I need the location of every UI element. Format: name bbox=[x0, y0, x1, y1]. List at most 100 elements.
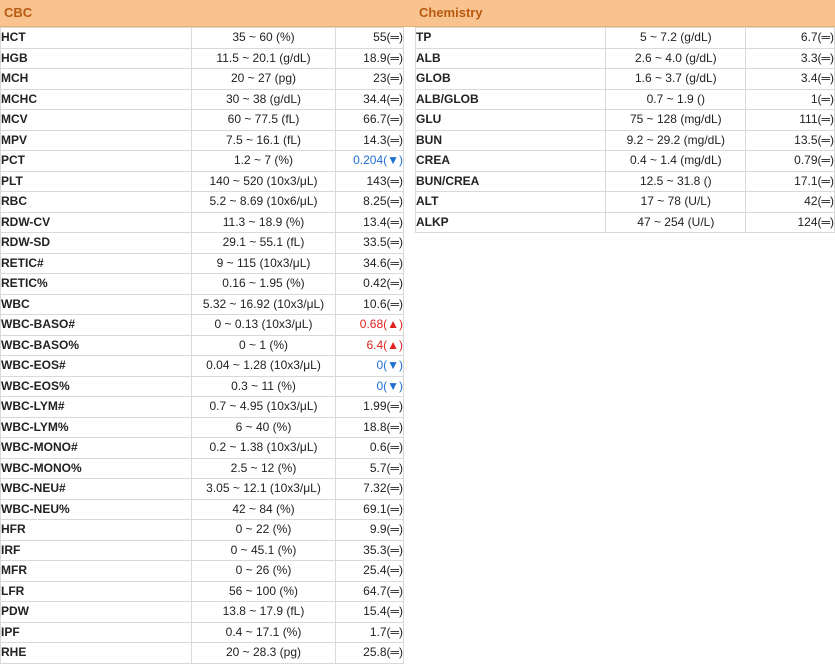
result-normal: 124(═) bbox=[797, 214, 834, 229]
reference-range: 29.1 ~ 55.1 (fL) bbox=[191, 232, 336, 254]
result-normal: 42(═) bbox=[804, 194, 834, 209]
test-name: PDW bbox=[0, 601, 192, 623]
table-row: BUN 9.2 ~ 29.2 (mg/dL) 13.5(═) bbox=[414, 129, 835, 151]
reference-range: 5.2 ~ 8.69 (10x6/μL) bbox=[191, 191, 336, 213]
test-value: 9.9(═) bbox=[335, 519, 404, 541]
test-name: PLT bbox=[0, 170, 192, 192]
test-name: RBC bbox=[0, 191, 192, 213]
result-normal: 18.8(═) bbox=[363, 419, 403, 434]
test-name: RDW-SD bbox=[0, 232, 192, 254]
result-normal: 1.99(═) bbox=[363, 399, 403, 414]
test-name: IRF bbox=[0, 539, 192, 561]
reference-range: 2.5 ~ 12 (%) bbox=[191, 457, 336, 479]
result-normal: 3.4(═) bbox=[800, 71, 834, 86]
test-name: HCT bbox=[0, 27, 192, 49]
reference-range: 30 ~ 38 (g/dL) bbox=[191, 88, 336, 110]
test-name: BUN bbox=[414, 129, 607, 151]
result-normal: 66.7(═) bbox=[363, 112, 403, 127]
result-normal: 5.7(═) bbox=[369, 460, 403, 475]
table-row: WBC-MONO# 0.2 ~ 1.38 (10x3/μL) 0.6(═) bbox=[0, 437, 404, 459]
table-row: MCH 20 ~ 27 (pg) 23(═) bbox=[0, 68, 404, 90]
reference-range: 0.3 ~ 11 (%) bbox=[191, 375, 336, 397]
result-normal: 33.5(═) bbox=[363, 235, 403, 250]
table-row: MFR 0 ~ 26 (%) 25.4(═) bbox=[0, 560, 404, 582]
result-normal: 8.25(═) bbox=[363, 194, 403, 209]
reference-range: 56 ~ 100 (%) bbox=[191, 580, 336, 602]
test-value: 3.4(═) bbox=[745, 68, 835, 90]
test-value: 0.79(═) bbox=[745, 150, 835, 172]
reference-range: 20 ~ 27 (pg) bbox=[191, 68, 336, 90]
cbc-table: HCT 35 ~ 60 (%) 55(═) HGB 11.5 ~ 20.1 (g/dL)… bbox=[0, 27, 404, 664]
table-row: WBC 5.32 ~ 16.92 (10x3/μL) 10.6(═) bbox=[0, 293, 404, 315]
test-value: 18.8(═) bbox=[335, 416, 404, 438]
cbc-section-title: CBC bbox=[4, 5, 33, 20]
result-normal: 13.4(═) bbox=[363, 214, 403, 229]
test-name: RETIC# bbox=[0, 252, 192, 274]
result-normal: 0.79(═) bbox=[794, 153, 834, 168]
result-normal: 1.7(═) bbox=[369, 624, 403, 639]
test-name: ALKP bbox=[414, 211, 607, 233]
reference-range: 9 ~ 115 (10x3/μL) bbox=[191, 252, 336, 274]
test-name: WBC-NEU% bbox=[0, 498, 192, 520]
table-row: RDW-SD 29.1 ~ 55.1 (fL) 33.5(═) bbox=[0, 232, 404, 254]
reference-range: 0.4 ~ 1.4 (mg/dL) bbox=[605, 150, 747, 172]
test-value: 3.3(═) bbox=[745, 47, 835, 69]
table-row: ALT 17 ~ 78 (U/L) 42(═) bbox=[414, 191, 835, 213]
test-name: PCT bbox=[0, 150, 192, 172]
test-name: TP bbox=[414, 27, 607, 49]
result-normal: 69.1(═) bbox=[363, 501, 403, 516]
reference-range: 9.2 ~ 29.2 (mg/dL) bbox=[605, 129, 747, 151]
test-value: 66.7(═) bbox=[335, 109, 404, 131]
result-low: 0(▼) bbox=[376, 358, 403, 373]
result-normal: 13.5(═) bbox=[794, 132, 834, 147]
test-value: 33.5(═) bbox=[335, 232, 404, 254]
table-row: WBC-EOS% 0.3 ~ 11 (%) 0(▼) bbox=[0, 375, 404, 397]
test-value: 25.8(═) bbox=[335, 642, 404, 664]
table-row: WBC-LYM# 0.7 ~ 4.95 (10x3/μL) 1.99(═) bbox=[0, 396, 404, 418]
result-normal: 1(═) bbox=[810, 91, 834, 106]
test-value: 0(▼) bbox=[335, 375, 404, 397]
reference-range: 13.8 ~ 17.9 (fL) bbox=[191, 601, 336, 623]
result-normal: 64.7(═) bbox=[363, 583, 403, 598]
test-name: IPF bbox=[0, 621, 192, 643]
test-name: WBC-NEU# bbox=[0, 478, 192, 500]
reference-range: 11.5 ~ 20.1 (g/dL) bbox=[191, 47, 336, 69]
table-row: WBC-BASO# 0 ~ 0.13 (10x3/μL) 0.68(▲) bbox=[0, 314, 404, 336]
test-value: 23(═) bbox=[335, 68, 404, 90]
test-value: 25.4(═) bbox=[335, 560, 404, 582]
result-normal: 14.3(═) bbox=[363, 132, 403, 147]
test-value: 34.4(═) bbox=[335, 88, 404, 110]
reference-range: 0 ~ 26 (%) bbox=[191, 560, 336, 582]
reference-range: 60 ~ 77.5 (fL) bbox=[191, 109, 336, 131]
table-row: MCV 60 ~ 77.5 (fL) 66.7(═) bbox=[0, 109, 404, 131]
reference-range: 17 ~ 78 (U/L) bbox=[605, 191, 747, 213]
test-value: 1(═) bbox=[745, 88, 835, 110]
result-high: 0.68(▲) bbox=[359, 317, 403, 332]
reference-range: 0.7 ~ 1.9 () bbox=[605, 88, 747, 110]
test-name: MCV bbox=[0, 109, 192, 131]
test-name: MCH bbox=[0, 68, 192, 90]
reference-range: 0 ~ 1 (%) bbox=[191, 334, 336, 356]
reference-range: 5 ~ 7.2 (g/dL) bbox=[605, 27, 747, 49]
chemistry-table: TP 5 ~ 7.2 (g/dL) 6.7(═) ALB 2.6 ~ 4.0 (g/dL… bbox=[414, 27, 835, 233]
result-normal: 15.4(═) bbox=[363, 604, 403, 619]
table-row: IPF 0.4 ~ 17.1 (%) 1.7(═) bbox=[0, 621, 404, 643]
table-row: WBC-NEU# 3.05 ~ 12.1 (10x3/μL) 7.32(═) bbox=[0, 478, 404, 500]
test-value: 143(═) bbox=[335, 170, 404, 192]
test-name: WBC bbox=[0, 293, 192, 315]
result-normal: 18.9(═) bbox=[363, 50, 403, 65]
table-row: PCT 1.2 ~ 7 (%) 0.204(▼) bbox=[0, 150, 404, 172]
reference-range: 12.5 ~ 31.8 () bbox=[605, 170, 747, 192]
table-row: RHE 20 ~ 28.3 (pg) 25.8(═) bbox=[0, 642, 404, 664]
reference-range: 0.16 ~ 1.95 (%) bbox=[191, 273, 336, 295]
table-row: PLT 140 ~ 520 (10x3/μL) 143(═) bbox=[0, 170, 404, 192]
reference-range: 5.32 ~ 16.92 (10x3/μL) bbox=[191, 293, 336, 315]
test-value: 6.4(▲) bbox=[335, 334, 404, 356]
table-row: GLOB 1.6 ~ 3.7 (g/dL) 3.4(═) bbox=[414, 68, 835, 90]
test-name: ALB/GLOB bbox=[414, 88, 607, 110]
table-row: GLU 75 ~ 128 (mg/dL) 111(═) bbox=[414, 109, 835, 131]
table-row: PDW 13.8 ~ 17.9 (fL) 15.4(═) bbox=[0, 601, 404, 623]
test-value: 0(▼) bbox=[335, 355, 404, 377]
result-normal: 23(═) bbox=[373, 71, 403, 86]
result-normal: 0.6(═) bbox=[369, 440, 403, 455]
